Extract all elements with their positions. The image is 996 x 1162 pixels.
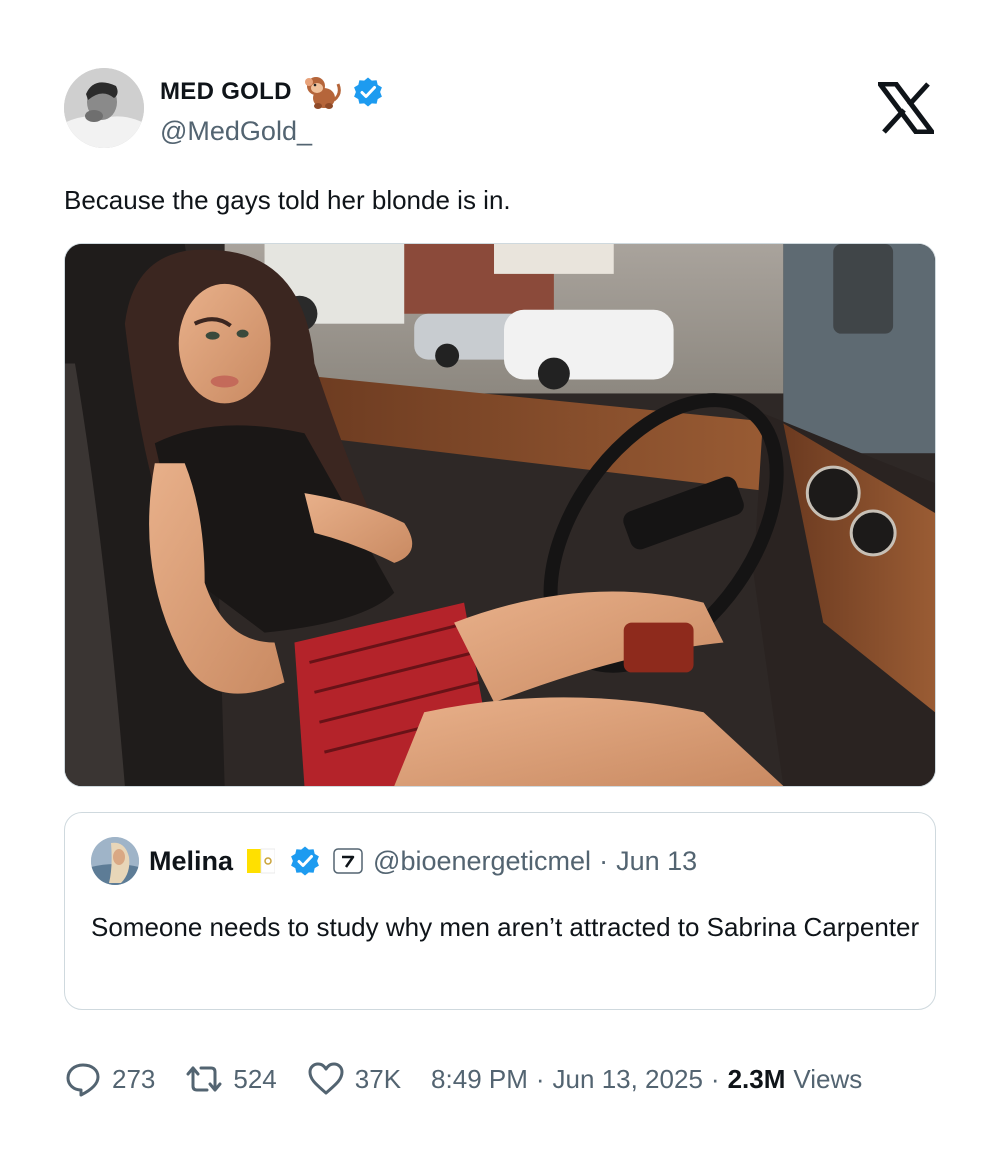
retweet-button[interactable]: 524 (185, 1060, 277, 1098)
reply-button[interactable]: 273 (64, 1060, 155, 1098)
affiliate-badge-icon[interactable] (333, 848, 363, 874)
tweet-text: Because the gays told her blonde is in. (64, 185, 511, 215)
reply-icon (66, 1063, 100, 1097)
tweet-header: MED GOLD @MedGold_ (64, 68, 937, 148)
tweet-date[interactable]: Jun 13, 2025 (553, 1064, 703, 1095)
separator-dot: · (535, 1063, 545, 1094)
author-avatar[interactable] (64, 68, 144, 148)
quoted-tweet-date[interactable]: Jun 13 (616, 846, 697, 877)
like-count: 37K (354, 1063, 402, 1094)
tweet-photo[interactable] (64, 243, 936, 787)
views-count: 2.3M (727, 1063, 786, 1094)
retweet-count: 524 (233, 1063, 277, 1094)
separator-dot: · (599, 845, 609, 876)
quoted-tweet-header: Melina @bioenergeticmel · Jun 13 (91, 837, 697, 885)
author-display-name[interactable]: MED GOLD (160, 78, 292, 106)
quoted-author-name[interactable]: Melina (149, 846, 233, 877)
tweet-stats-bar: 273 524 37K 8:49 PM · Jun 13, 2025 · 2.3… (64, 1058, 936, 1100)
vatican-flag-icon (247, 847, 276, 875)
verified-badge-icon (352, 76, 384, 108)
verified-badge-icon (289, 845, 321, 877)
views-label: Views (793, 1063, 863, 1094)
x-logo-icon[interactable] (875, 81, 937, 135)
author-name-row: MED GOLD (160, 74, 384, 110)
author-handle[interactable]: @MedGold_ (160, 116, 312, 147)
quoted-tweet-card[interactable]: Melina @bioenergeticmel · Jun 13 Someone… (64, 812, 936, 1010)
reply-count: 273 (112, 1063, 156, 1094)
quoted-author-avatar[interactable] (91, 837, 139, 885)
like-button[interactable]: 37K (307, 1060, 401, 1098)
heart-icon (308, 1062, 344, 1095)
separator-dot: · (710, 1063, 720, 1094)
quoted-tweet-text: Someone needs to study why men aren’t at… (91, 912, 920, 942)
retweet-icon (186, 1066, 222, 1092)
tweet-time[interactable]: 8:49 PM (431, 1064, 528, 1095)
monkey-icon (302, 74, 342, 110)
tweet-meta: 8:49 PM · Jun 13, 2025 · 2.3M Views (431, 1064, 862, 1095)
quoted-author-handle[interactable]: @bioenergeticmel (373, 846, 591, 877)
